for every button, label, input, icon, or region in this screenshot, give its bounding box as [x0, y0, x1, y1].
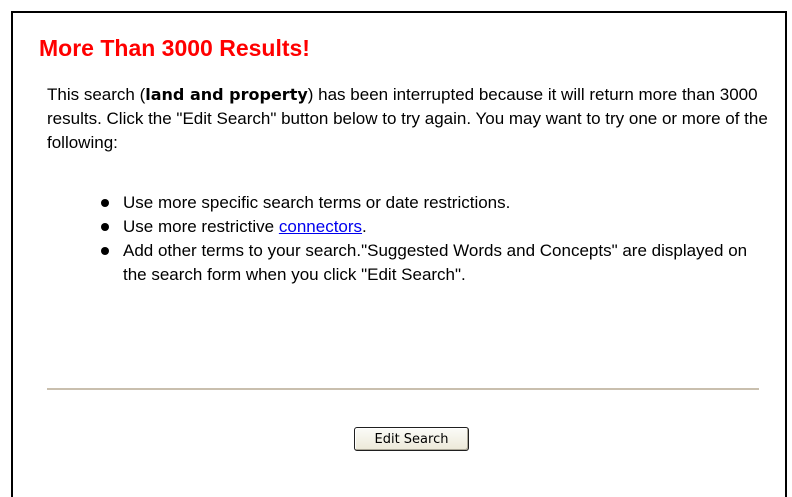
- message-prefix: This search (: [47, 85, 146, 104]
- tip-text: Add other terms to your search."Suggeste…: [123, 241, 748, 284]
- tip-text-before: Use more restrictive: [123, 217, 279, 236]
- search-query: land and property: [145, 85, 308, 104]
- results-warning-panel: More Than 3000 Results! This search (lan…: [11, 11, 787, 497]
- connectors-link[interactable]: connectors: [279, 217, 362, 236]
- divider: [47, 388, 759, 390]
- bullet-icon: [101, 247, 109, 255]
- bullet-icon: [101, 199, 109, 207]
- list-item: Use more specific search terms or date r…: [101, 191, 761, 215]
- tip-text: Use more specific search terms or date r…: [123, 193, 511, 212]
- warning-message: This search (land and property) has been…: [47, 83, 777, 155]
- tip-text-after: .: [362, 217, 367, 236]
- list-item: Add other terms to your search."Suggeste…: [101, 239, 761, 287]
- page-title: More Than 3000 Results!: [39, 35, 310, 61]
- suggestion-list: Use more specific search terms or date r…: [101, 191, 761, 287]
- edit-search-button[interactable]: Edit Search: [354, 427, 469, 451]
- list-item: Use more restrictive connectors.: [101, 215, 761, 239]
- bullet-icon: [101, 223, 109, 231]
